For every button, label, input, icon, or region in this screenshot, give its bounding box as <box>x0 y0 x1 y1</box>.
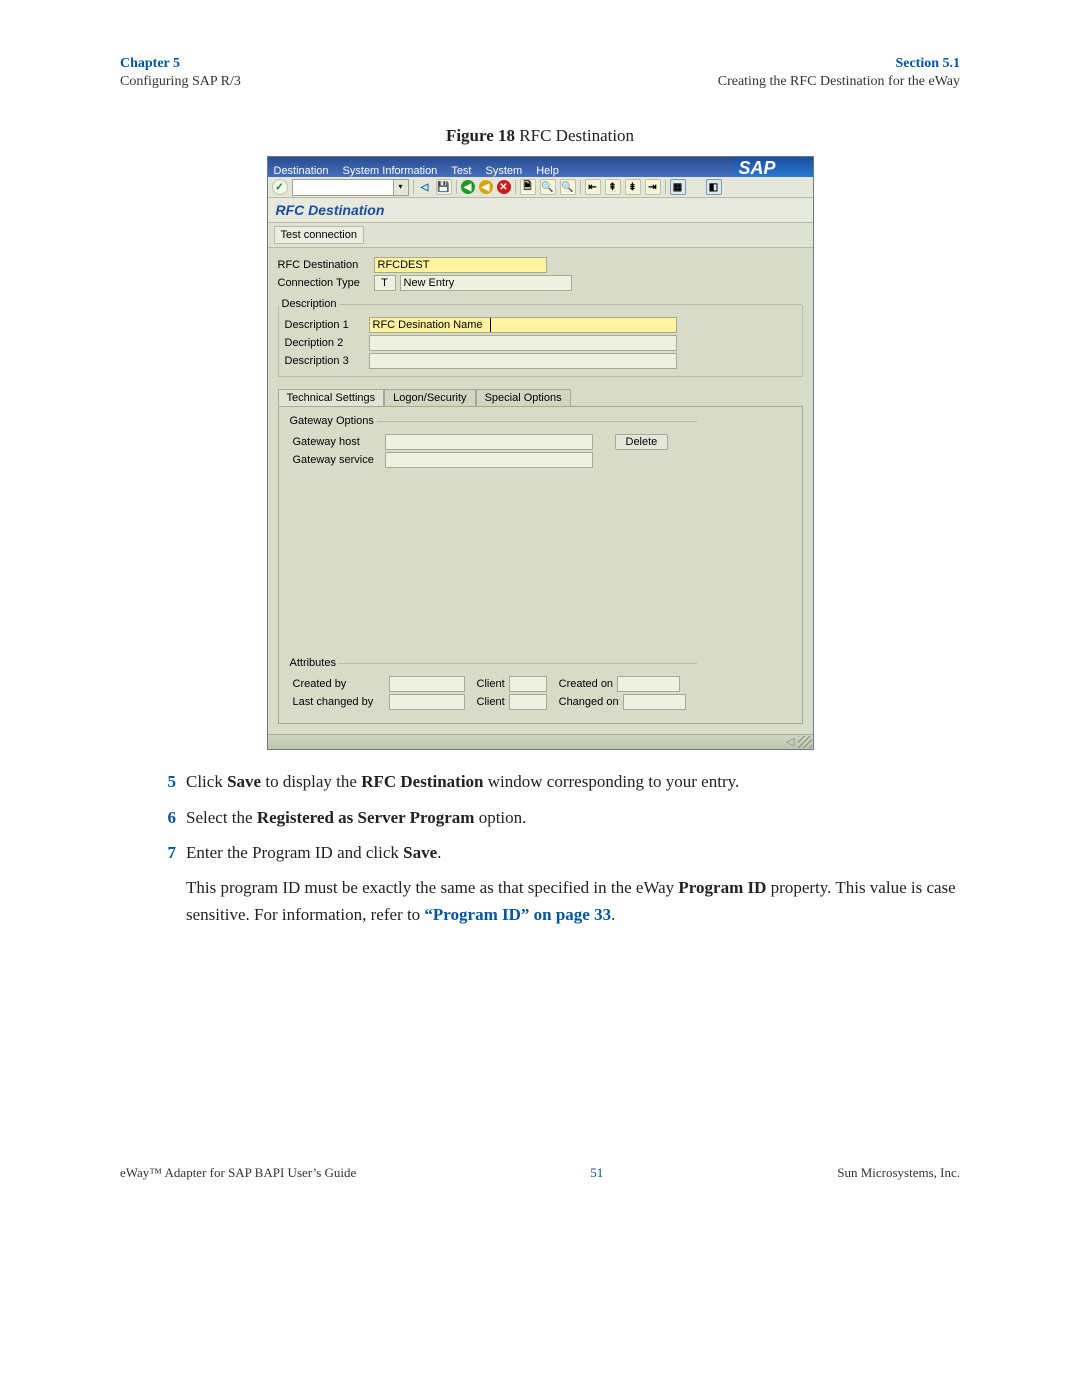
client-label-1: Client <box>477 678 505 690</box>
menu-item[interactable]: System Information <box>343 165 438 177</box>
attributes-label: Attributes <box>287 657 339 669</box>
page-header: Chapter 5 Configuring SAP R/3 Section 5.… <box>120 55 960 91</box>
resize-grip-icon[interactable] <box>798 736 812 748</box>
description3-field[interactable] <box>369 353 677 369</box>
description3-label: Description 3 <box>285 355 365 367</box>
gateway-options-label: Gateway Options <box>287 415 377 427</box>
instruction-steps: 5 Click Save to display the RFC Destinat… <box>120 768 960 928</box>
exit-icon[interactable]: ◀ <box>479 180 493 194</box>
description-group-label: Description <box>279 298 340 310</box>
created-by-field <box>389 676 465 692</box>
gateway-host-field[interactable] <box>385 434 593 450</box>
page-content: Chapter 5 Configuring SAP R/3 Section 5.… <box>120 55 960 936</box>
status-bar: ◁ <box>268 734 813 749</box>
rfc-destination-field[interactable]: RFCDEST <box>374 257 547 273</box>
cross-reference-link[interactable]: “Program ID” on page 33 <box>424 905 611 924</box>
screen-body: RFC Destination RFCDEST Connection Type … <box>268 248 813 734</box>
next-page-icon[interactable]: ⇟ <box>625 179 641 195</box>
tab-content: Gateway Options Gateway host Delete Gate… <box>278 406 803 724</box>
created-on-field <box>617 676 680 692</box>
sap-menubar: Destination System Information Test Syst… <box>268 157 813 177</box>
chapter-label: Chapter 5 <box>120 55 241 73</box>
figure-title: RFC Destination <box>515 126 634 145</box>
client-label-2: Client <box>477 696 505 708</box>
description-group: Description Description 1 RFC Desination… <box>278 306 803 377</box>
gateway-host-label: Gateway host <box>293 436 381 448</box>
client-field-2 <box>509 694 547 710</box>
app-toolbar: Test connection <box>268 223 813 248</box>
changed-on-label: Changed on <box>559 696 619 708</box>
chapter-title: Configuring SAP R/3 <box>120 73 241 91</box>
connection-type-desc: New Entry <box>400 275 572 291</box>
delete-button[interactable]: Delete <box>615 434 669 450</box>
footer-left: eWay™ Adapter for SAP BAPI User’s Guide <box>120 1165 356 1181</box>
step-7: 7 Enter the Program ID and click Save. T… <box>120 839 960 929</box>
dropdown-icon[interactable]: ▾ <box>393 180 408 195</box>
screen-title: RFC Destination <box>268 198 813 223</box>
client-field-1 <box>509 676 547 692</box>
step-number: 7 <box>120 839 176 929</box>
save-icon[interactable]: 💾 <box>436 179 452 195</box>
gateway-service-field[interactable] <box>385 452 593 468</box>
sap-window: Destination System Information Test Syst… <box>267 156 814 750</box>
find-next-icon[interactable]: 🔍 <box>560 179 576 195</box>
page-number: 51 <box>590 1165 603 1181</box>
page-footer: eWay™ Adapter for SAP BAPI User’s Guide … <box>120 1165 960 1181</box>
back-icon[interactable]: ◁ <box>418 180 432 194</box>
menu-item[interactable]: Help <box>536 165 559 177</box>
tab-special-options[interactable]: Special Options <box>476 389 571 407</box>
back-green-icon[interactable]: ◀ <box>461 180 475 194</box>
print-icon[interactable]: 🗎 <box>520 179 536 195</box>
footer-right: Sun Microsystems, Inc. <box>837 1165 960 1181</box>
connection-type-field[interactable]: T <box>374 275 396 291</box>
enter-icon[interactable]: ✓ <box>272 179 288 195</box>
description2-label: Decription 2 <box>285 337 365 349</box>
tab-technical-settings[interactable]: Technical Settings <box>278 389 385 407</box>
description2-field[interactable] <box>369 335 677 351</box>
last-page-icon[interactable]: ⇥ <box>645 179 661 195</box>
cancel-icon[interactable]: ✕ <box>497 180 511 194</box>
figure-caption: Figure 18 RFC Destination <box>120 126 960 146</box>
description1-field[interactable]: RFC Desination Name <box>369 317 677 333</box>
created-on-label: Created on <box>559 678 613 690</box>
new-session-icon[interactable]: ▦ <box>670 179 686 195</box>
tabstrip: Technical Settings Logon/Security Specia… <box>278 389 803 407</box>
tab-logon-security[interactable]: Logon/Security <box>384 389 475 407</box>
last-changed-label: Last changed by <box>293 696 385 708</box>
test-connection-button[interactable]: Test connection <box>274 226 364 244</box>
prev-page-icon[interactable]: ⇞ <box>605 179 621 195</box>
gateway-options-group: Gateway Options Gateway host Delete Gate… <box>287 423 794 475</box>
step-number: 5 <box>120 768 176 795</box>
changed-on-field <box>623 694 686 710</box>
menu-item[interactable]: Test <box>451 165 471 177</box>
step-5: 5 Click Save to display the RFC Destinat… <box>120 768 960 795</box>
find-icon[interactable]: 🔍 <box>540 179 556 195</box>
connection-type-label: Connection Type <box>278 277 370 289</box>
created-by-label: Created by <box>293 678 385 690</box>
section-label: Section 5.1 <box>718 55 960 73</box>
gateway-service-label: Gateway service <box>293 454 381 466</box>
menu-item[interactable]: Destination <box>274 165 329 177</box>
description1-label: Description 1 <box>285 319 365 331</box>
menu-item[interactable]: System <box>486 165 523 177</box>
step-number: 6 <box>120 804 176 831</box>
last-changed-field <box>389 694 465 710</box>
figure-number: Figure 18 <box>446 126 515 145</box>
attributes-group: Attributes Created by Client Created on … <box>287 665 794 717</box>
shortcut-icon[interactable]: ◧ <box>706 179 722 195</box>
sap-toolbar: ✓ ▾ ◁ 💾 ◀ ◀ ✕ 🗎 🔍 🔍 ⇤ ⇞ ⇟ ⇥ ▦ ◧ <box>268 177 813 198</box>
section-title: Creating the RFC Destination for the eWa… <box>718 73 960 91</box>
rfc-destination-label: RFC Destination <box>278 259 370 271</box>
scroll-left-icon[interactable]: ◁ <box>786 735 794 748</box>
step-6: 6 Select the Registered as Server Progra… <box>120 804 960 831</box>
command-field[interactable]: ▾ <box>292 179 409 196</box>
first-page-icon[interactable]: ⇤ <box>585 179 601 195</box>
text-cursor <box>490 318 491 332</box>
